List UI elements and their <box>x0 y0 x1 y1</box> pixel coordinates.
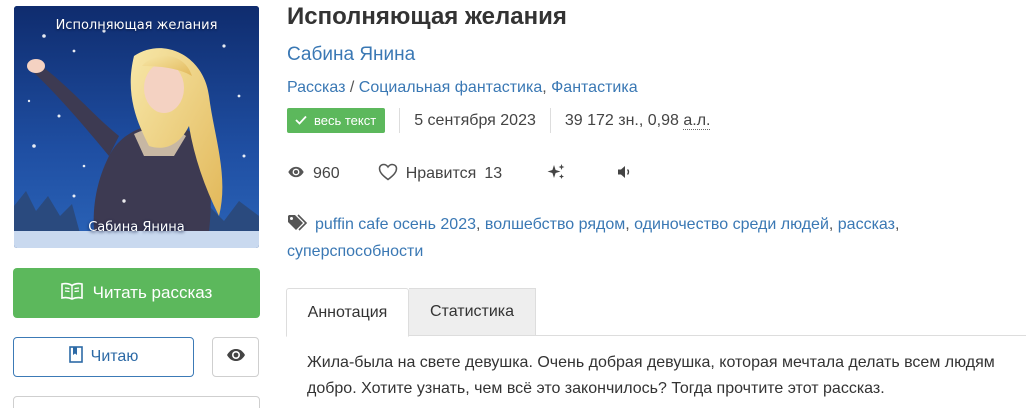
tag-comma: , <box>625 216 635 233</box>
author-link[interactable]: Сабина Янина <box>287 44 415 66</box>
open-book-icon <box>60 282 83 305</box>
heart-icon <box>378 163 398 186</box>
tag-link[interactable]: волшебство рядом <box>485 216 625 233</box>
book-meta: весь текст 5 сентября 2023 39 172 зн., 0… <box>287 108 711 133</box>
info-tabs: Аннотация Статистика <box>286 288 1026 337</box>
genres-line: Рассказ / Социальная фантастика, Фантаст… <box>287 79 638 97</box>
bookmark-icon <box>68 346 83 368</box>
tag-link[interactable]: puffin cafe осень 2023 <box>315 216 476 233</box>
tag-comma: , <box>894 216 900 233</box>
like-button[interactable]: Нравится 13 <box>378 163 502 186</box>
annotation-text: Жила-была на свете девушка. Очень добрая… <box>307 354 995 397</box>
like-count: 13 <box>484 165 503 182</box>
genre-separator: / <box>345 79 359 96</box>
tab-statistics[interactable]: Статистика <box>409 288 536 336</box>
listen-button[interactable] <box>616 164 634 185</box>
genre-story-link[interactable]: Рассказ <box>287 79 345 96</box>
genre-social-fiction-link[interactable]: Социальная фантастика <box>359 79 542 96</box>
like-label: Нравится <box>405 165 477 182</box>
tag-link[interactable]: рассказ <box>838 216 895 233</box>
speaker-icon <box>616 164 634 185</box>
cover-author: Сабина Янина <box>88 220 185 235</box>
meta-divider <box>399 108 401 133</box>
text-size: 39 172 зн., 0,98 а.л. <box>564 111 711 130</box>
check-icon <box>295 113 307 128</box>
eye-icon <box>226 348 246 367</box>
tag-link[interactable]: суперспособности <box>287 243 423 260</box>
watch-button[interactable] <box>212 337 259 377</box>
tags-list: puffin cafe осень 2023, волшебство рядом… <box>287 212 987 264</box>
full-text-badge: весь текст <box>287 108 386 133</box>
book-cover[interactable]: Исполняющая желания Сабина Янина <box>14 6 259 248</box>
tag-comma: , <box>828 216 838 233</box>
views-stat: 960 <box>287 165 340 183</box>
genre-fiction-link[interactable]: Фантастика <box>551 79 637 96</box>
publish-date: 5 сентября 2023 <box>414 111 536 129</box>
read-story-button[interactable]: Читать рассказ <box>13 268 260 318</box>
meta-divider <box>549 108 551 133</box>
book-title: Исполняющая желания <box>287 3 567 30</box>
views-count: 960 <box>313 165 340 182</box>
genre-comma: , <box>542 79 552 96</box>
sparkles-icon <box>546 163 566 186</box>
author-sheets-abbr[interactable]: а.л. <box>683 111 711 130</box>
tab-annotation[interactable]: Аннотация <box>286 288 409 337</box>
more-actions-button[interactable] <box>13 396 260 408</box>
stats-row: 960 Нравится 13 <box>287 163 634 185</box>
tag-icon <box>287 214 309 239</box>
cover-title: Исполняющая желания <box>55 18 218 33</box>
read-story-label: Читать рассказ <box>92 283 213 302</box>
reading-shelf-label: Читаю <box>90 348 139 365</box>
full-text-label: весь текст <box>314 113 377 128</box>
eye-icon <box>287 165 305 183</box>
reading-shelf-button[interactable]: Читаю <box>13 337 194 377</box>
cover-illustration <box>14 6 259 248</box>
tag-link[interactable]: одиночество среди людей <box>634 216 829 233</box>
text-size-value: 39 172 зн., 0,98 <box>564 111 684 129</box>
award-button[interactable] <box>546 163 566 186</box>
tag-comma: , <box>476 216 485 233</box>
